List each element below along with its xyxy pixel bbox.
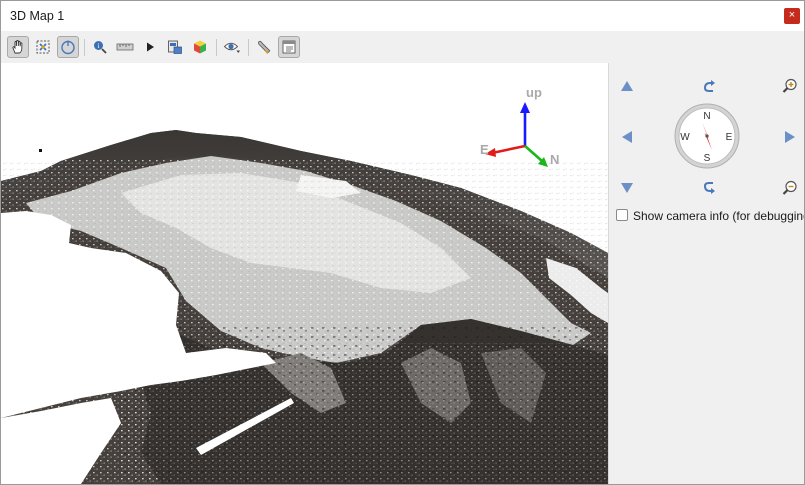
terrain-speck xyxy=(39,149,42,152)
zoom-in-icon xyxy=(782,78,797,93)
zoom-full-button[interactable] xyxy=(32,36,54,58)
cube-icon xyxy=(194,40,206,54)
show-camera-info-checkbox[interactable] xyxy=(616,209,628,221)
compass-north: N xyxy=(703,111,710,122)
rotate-ccw-button[interactable] xyxy=(699,178,719,198)
axis-east-line xyxy=(491,144,526,155)
wrench-icon xyxy=(258,40,271,54)
move-down-button[interactable] xyxy=(617,178,637,198)
compass-icon: N S E W xyxy=(674,103,740,169)
zoom-in-button[interactable] xyxy=(780,76,800,96)
axis-up-label: up xyxy=(526,85,542,100)
options-button[interactable] xyxy=(253,36,275,58)
camera-view-button[interactable] xyxy=(221,36,243,58)
move-up-button[interactable] xyxy=(617,76,637,96)
layout-icon xyxy=(282,40,296,54)
compass-south: S xyxy=(704,153,711,164)
axis-up-arrow xyxy=(520,102,530,113)
arrow-up-icon xyxy=(621,81,633,91)
measure-button[interactable] xyxy=(114,36,136,58)
navigation-panel: N S E W Show camera info (for debugging) xyxy=(609,63,804,484)
export-button[interactable] xyxy=(164,36,186,58)
map-3d-window: 3D Map 1 × i up E N N S E W Show camera … xyxy=(0,0,805,485)
toolbar: i xyxy=(1,32,804,62)
measure-line-icon xyxy=(116,43,134,51)
zoom-full-icon xyxy=(36,40,50,54)
close-button[interactable]: × xyxy=(784,8,800,24)
pan-button[interactable] xyxy=(7,36,29,58)
camera-control-button[interactable] xyxy=(57,36,79,58)
export-icon xyxy=(168,40,182,54)
identify-button[interactable]: i xyxy=(89,36,111,58)
eye-icon xyxy=(223,42,240,53)
compass-east: E xyxy=(726,132,733,143)
rotate-up-icon xyxy=(704,80,715,92)
arrow-down-icon xyxy=(621,183,633,193)
terrain-view: up E N xyxy=(1,85,608,484)
arrow-left-icon xyxy=(622,131,632,143)
compass-dial[interactable]: N S E W xyxy=(674,103,740,169)
animation-button[interactable] xyxy=(139,36,161,58)
axis-east-label: E xyxy=(480,142,489,157)
toolbar-separator xyxy=(216,39,217,56)
move-left-button[interactable] xyxy=(617,127,637,147)
rotate-cw-button[interactable] xyxy=(699,76,719,96)
axis-north-label: N xyxy=(550,152,559,167)
hand-icon xyxy=(12,40,23,54)
effects-button[interactable] xyxy=(189,36,211,58)
axes-gizmo: up E N xyxy=(480,85,559,167)
move-right-button[interactable] xyxy=(780,127,800,147)
map-3d-viewport[interactable]: up E N xyxy=(1,63,608,484)
svg-text:i: i xyxy=(98,42,100,50)
window-title: 3D Map 1 xyxy=(10,9,65,23)
camera-control-icon xyxy=(61,40,75,55)
title-bar: 3D Map 1 × xyxy=(1,1,804,31)
zoom-out-icon xyxy=(782,180,797,195)
layout-button[interactable] xyxy=(278,36,300,58)
zoom-out-button[interactable] xyxy=(780,178,800,198)
toolbar-separator xyxy=(248,39,249,56)
identify-icon: i xyxy=(94,41,107,54)
compass-west: W xyxy=(680,132,690,143)
toolbar-separator xyxy=(84,39,85,56)
play-icon xyxy=(147,42,154,52)
show-camera-info-label: Show camera info (for debugging) xyxy=(633,209,805,223)
rotate-down-icon xyxy=(704,182,715,194)
arrow-right-icon xyxy=(785,131,795,143)
